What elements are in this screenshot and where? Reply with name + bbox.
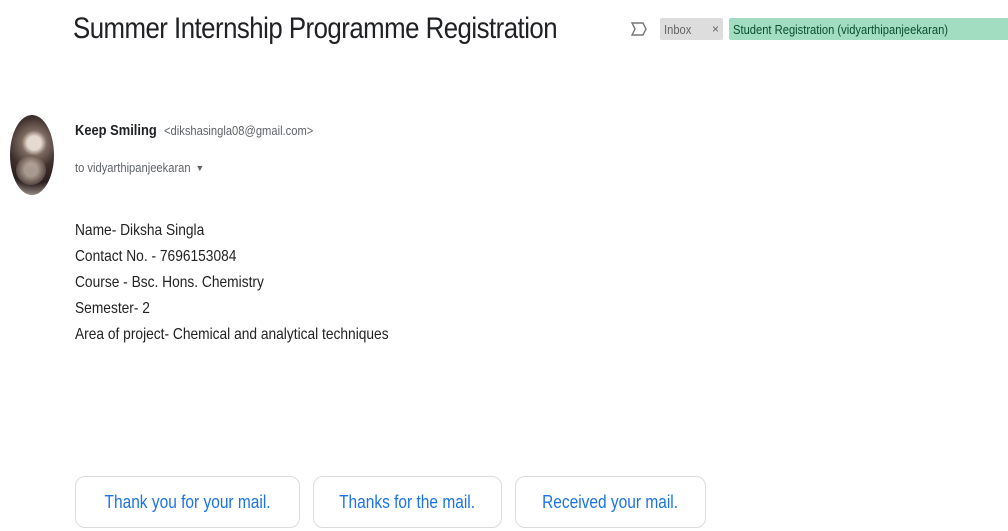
label-inbox: Inbox × [660, 18, 723, 40]
recipient-row: to vidyarthipanjeekaran ▼ [75, 160, 204, 175]
label-student-registration-text: Student Registration (vidyarthipanjeekar… [733, 21, 949, 37]
smart-reply-button-1[interactable]: Thank you for your mail. [75, 476, 300, 528]
recipient-text: to vidyarthipanjeekaran [75, 160, 191, 175]
label-student-registration: Student Registration (vidyarthipanjeekar… [729, 18, 1008, 40]
sender-email: <dikshasingla08@gmail.com> [164, 123, 314, 138]
body-line-semester: Semester- 2 [75, 300, 150, 317]
smart-replies: Thank you for your mail. Thanks for the … [75, 476, 719, 528]
label-inbox-text: Inbox [664, 21, 692, 37]
label-inbox-remove-icon[interactable]: × [710, 22, 719, 36]
smart-reply-label: Thanks for the mail. [339, 491, 476, 512]
body-line-name: Name- Diksha Singla [75, 222, 205, 239]
body-line-contact: Contact No. - 7696153084 [75, 248, 237, 265]
smart-reply-button-3[interactable]: Received your mail. [515, 476, 706, 528]
body-line-course: Course - Bsc. Hons. Chemistry [75, 274, 264, 291]
subject-header: Summer Internship Programme Registration… [73, 12, 1008, 46]
recipient-details-dropdown-icon[interactable]: ▼ [195, 163, 204, 173]
email-subject: Summer Internship Programme Registration [73, 12, 558, 45]
smart-reply-label: Received your mail. [542, 491, 679, 512]
body-line-project-area: Area of project- Chemical and analytical… [75, 326, 389, 343]
email-body: Name- Diksha Singla Contact No. - 769615… [75, 218, 440, 348]
sender-info: Keep Smiling <dikshasingla08@gmail.com> [75, 122, 338, 139]
smart-reply-button-2[interactable]: Thanks for the mail. [313, 476, 502, 528]
smart-reply-label: Thank you for your mail. [104, 491, 271, 512]
sender-avatar[interactable] [10, 115, 54, 195]
sender-name[interactable]: Keep Smiling [75, 122, 157, 139]
importance-marker-icon[interactable] [628, 18, 650, 40]
